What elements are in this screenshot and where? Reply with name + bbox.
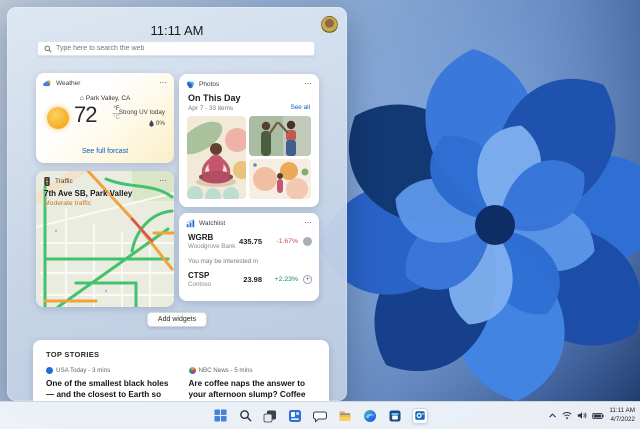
web-search-bar[interactable] [37,41,315,56]
stock-change: -1.67% [268,238,298,245]
weather-widget[interactable]: Weather ⋯ ⌂Park Valley, CA 72 °F °C Stro… [36,73,174,163]
photo-meditation[interactable] [187,116,246,199]
more-options-icon[interactable]: ⋯ [304,220,312,226]
photos-title: Photos [199,81,219,88]
task-view-button[interactable] [262,408,278,424]
add-widgets-button[interactable]: Add widgets [147,312,207,327]
task-view-icon [263,409,277,423]
battery-icon[interactable] [592,412,604,420]
traffic-light-icon [43,177,51,186]
file-explorer-button[interactable] [337,408,353,424]
sun-icon [47,107,69,129]
edge-browser-button[interactable] [362,408,378,424]
traffic-status: Moderate traffic [44,200,91,207]
chevron-up-icon[interactable] [548,411,557,420]
watchlist-title: Watchlist [199,220,225,227]
tray-clock[interactable]: 11:11 AM 4/7/2022 [609,407,635,423]
more-options-icon[interactable]: ⋯ [159,80,167,86]
panel-clock: 11:11 AM [7,23,347,38]
more-options-icon[interactable]: ⋯ [304,81,312,87]
photos-widget[interactable]: Photos ⋯ On This Day Apr 7 - 33 items Se… [179,74,319,207]
taskbar: 11:11 AM 4/7/2022 [0,401,640,429]
on-this-day-heading: On This Day [188,93,241,103]
precipitation-value: 0% [156,120,165,127]
search-input[interactable] [56,45,308,52]
photos-icon [186,80,195,89]
uv-status: Strong UV today [119,109,165,116]
weather-icon [43,79,52,88]
stock-company: Contoso [188,281,211,288]
windows-bloom-flower [310,0,640,429]
widgets-button[interactable] [287,408,303,424]
raindrop-icon [149,120,154,127]
user-avatar[interactable] [321,16,338,33]
stock-symbol: WGRB [188,233,235,242]
photo-grid [187,116,311,199]
traffic-widget[interactable]: Traffic ⋯ 7th Ave SB, Park Valley Modera… [36,171,174,307]
stock-row-ctsp[interactable]: CTSP Contoso 23.98 +2.23% + [188,271,312,288]
search-icon [44,45,52,53]
news-article-usatoday[interactable]: USA Today - 3 mins One of the smallest b… [46,367,174,401]
weather-location: Park Valley, CA [86,95,131,102]
search-icon [239,409,252,422]
file-explorer-icon [338,409,352,423]
start-button[interactable] [212,408,228,424]
see-full-forecast-link[interactable]: See full forcast [36,148,174,155]
photo-standing-figure[interactable] [249,159,311,199]
widgets-panel: 11:11 AM Weather ⋯ ⌂Park Valley, CA [7,7,347,401]
stock-company: Woodgrove Bank [188,243,235,250]
widgets-icon [288,409,302,423]
stock-row-wgrb[interactable]: WGRB Woodgrove Bank 435.75 -1.67% [188,233,312,250]
tray-time: 11:11 AM [609,407,635,415]
windows-logo-icon [214,409,227,422]
outlook-icon [414,409,426,422]
screen: 11:11 AM Weather ⋯ ⌂Park Valley, CA [0,0,640,429]
add-stock-icon[interactable]: + [303,275,312,284]
stock-added-icon[interactable] [303,237,312,246]
watchlist-suggestion-label: You may be interested in [188,258,258,265]
article-source-meta: NBC News - 5 mins [199,367,253,374]
see-all-link[interactable]: See all [290,104,310,111]
chat-button[interactable] [312,408,328,424]
stock-price: 435.75 [239,237,262,246]
article-source-meta: USA Today - 3 mins [56,367,110,374]
store-icon [388,409,402,423]
photos-meta: Apr 7 - 33 items [188,105,233,112]
volume-icon[interactable] [577,411,587,420]
watchlist-widget[interactable]: Watchlist ⋯ WGRB Woodgrove Bank 435.75 -… [179,213,319,301]
article-headline: Are coffee naps the answer to your after… [189,378,317,401]
news-article-nbc[interactable]: NBC News - 5 mins Are coffee naps the an… [189,367,317,401]
stock-price: 23.98 [243,275,262,284]
watchlist-icon [186,219,195,228]
more-options-icon[interactable]: ⋯ [159,178,167,184]
system-tray: 11:11 AM 4/7/2022 [548,402,635,429]
traffic-title: Traffic [55,178,73,185]
store-button[interactable] [387,408,403,424]
tray-date: 4/7/2022 [609,416,635,424]
weather-title: Weather [56,80,80,87]
nbc-news-logo-icon [189,367,196,374]
top-stories-heading: TOP STORIES [46,350,316,359]
photo-two-people[interactable] [249,116,311,156]
top-stories-card: TOP STORIES USA Today - 3 mins One of th… [33,340,329,401]
wifi-icon[interactable] [562,411,572,420]
article-headline: One of the smallest black holes — and th… [46,378,174,401]
usa-today-logo-icon [46,367,53,374]
taskbar-search-button[interactable] [237,408,253,424]
temperature-value: 72 [74,102,96,128]
weather-location-row[interactable]: ⌂Park Valley, CA [36,95,174,102]
traffic-route: 7th Ave SB, Park Valley [44,189,132,198]
outlook-button-active[interactable] [412,408,428,424]
edge-icon [363,409,377,423]
stock-symbol: CTSP [188,271,211,280]
home-icon: ⌂ [80,95,84,102]
chat-icon [313,409,327,423]
stock-change: +2.23% [268,276,298,283]
